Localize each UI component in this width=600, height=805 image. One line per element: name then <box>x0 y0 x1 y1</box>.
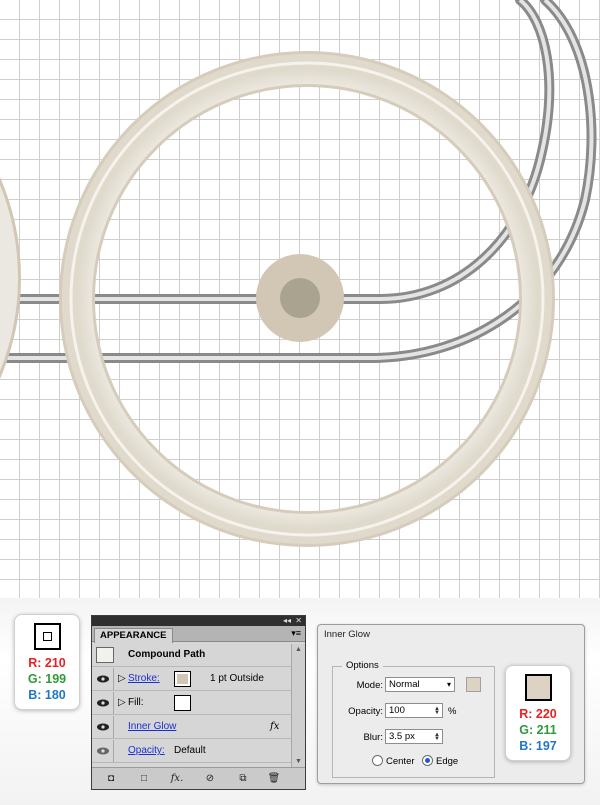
scroll-up-icon[interactable]: ▲ <box>295 646 302 653</box>
chevron-down-icon: ▾ <box>446 680 451 689</box>
stroke-value: 1 pt Outside <box>210 673 264 684</box>
panel-scrollbar[interactable]: ▲ ▼ <box>291 644 305 767</box>
glow-color-swatch[interactable] <box>466 677 481 692</box>
green-value: G: 211 <box>519 723 557 737</box>
panel-footer-toolbar: ◘ □ fx. ⊘ ⧉ 🗑 <box>92 767 305 789</box>
spinner-icon[interactable]: ▲ ▼ <box>434 732 440 742</box>
clear-appearance-icon[interactable]: ⊘ <box>203 772 217 786</box>
visibility-eye-icon[interactable] <box>92 716 114 738</box>
add-new-stroke-icon[interactable]: ◘ <box>104 772 118 786</box>
opacity-label: Opacity: <box>348 706 383 717</box>
duplicate-item-icon[interactable]: ⧉ <box>236 772 250 786</box>
panel-menu-icon[interactable]: ▾≡ <box>291 628 301 639</box>
stroke-row[interactable]: ▷ Stroke: 1 pt Outside <box>92 668 292 691</box>
opacity-unit: % <box>448 706 457 717</box>
spinner-icon[interactable]: ▲ ▼ <box>434 706 440 716</box>
green-value: G: 199 <box>27 672 67 686</box>
center-radio[interactable] <box>372 755 383 766</box>
opacity-value: Default <box>174 745 206 756</box>
delete-item-icon[interactable]: 🗑 <box>267 772 281 786</box>
blue-value: B: 180 <box>28 688 66 702</box>
compound-path-row[interactable]: Compound Path <box>92 644 292 667</box>
red-value: R: 220 <box>519 707 557 721</box>
wheel-hub-inner <box>280 278 320 318</box>
stroke-swatch-icon <box>33 623 61 650</box>
tab-appearance[interactable]: APPEARANCE <box>94 628 173 643</box>
appearance-panel: ◂◂ ✕ APPEARANCE ▾≡ Compound Path ▷ Strok… <box>91 615 306 790</box>
inner-glow-dialog: Inner Glow Options Mode: Normal ▾ Opacit… <box>317 624 585 784</box>
fill-swatch-icon <box>524 674 552 701</box>
steering-wheel-illustration <box>0 0 597 547</box>
object-name: Compound Path <box>128 649 206 660</box>
panel-tab-row: APPEARANCE ▾≡ <box>92 626 305 643</box>
center-label: Center <box>386 756 415 767</box>
collapse-icon[interactable]: ◂◂ <box>283 616 291 626</box>
options-label: Options <box>342 660 383 671</box>
inner-glow-row[interactable]: Inner Glow fx <box>92 716 292 739</box>
visibility-eye-icon[interactable] <box>92 692 114 714</box>
opacity-input[interactable]: 100 ▲ ▼ <box>385 703 443 718</box>
add-new-effect-icon[interactable]: fx. <box>170 772 184 786</box>
opacity-row[interactable]: Opacity: Default <box>92 740 292 763</box>
expand-triangle-icon[interactable]: ▷ <box>118 697 126 708</box>
dialog-title: Inner Glow <box>324 629 370 640</box>
blur-label: Blur: <box>363 732 383 743</box>
mode-value: Normal <box>389 679 420 690</box>
scroll-down-icon[interactable]: ▼ <box>295 758 302 765</box>
add-new-fill-icon[interactable]: □ <box>137 772 151 786</box>
panel-titlebar: ◂◂ ✕ <box>92 616 305 626</box>
visibility-eye-icon[interactable] <box>92 668 114 690</box>
opacity-label[interactable]: Opacity: <box>128 745 165 756</box>
fx-icon[interactable]: fx <box>270 721 279 732</box>
edge-label: Edge <box>436 756 459 767</box>
artboard-canvas <box>0 0 600 598</box>
blur-input[interactable]: 3.5 px ▲ ▼ <box>385 729 443 744</box>
fill-row[interactable]: ▷ Fill: <box>92 692 292 715</box>
fill-color-swatch[interactable] <box>174 695 191 711</box>
close-icon[interactable]: ✕ <box>295 616 302 626</box>
fill-label: Fill: <box>128 697 144 708</box>
stroke-color-swatch[interactable] <box>174 671 191 687</box>
edge-radio[interactable] <box>422 755 433 766</box>
opacity-value: 100 <box>389 705 405 716</box>
blur-value: 3.5 px <box>389 731 415 742</box>
blue-value: B: 197 <box>519 739 557 753</box>
mode-select[interactable]: Normal ▾ <box>385 677 455 692</box>
stroke-label[interactable]: Stroke: <box>128 673 160 684</box>
red-value: R: 210 <box>28 656 66 670</box>
object-thumbnail <box>96 647 114 663</box>
mode-label: Mode: <box>356 680 383 691</box>
color-swatch-card-right: R: 220 G: 211 B: 197 <box>505 665 571 761</box>
inner-glow-label[interactable]: Inner Glow <box>128 721 176 732</box>
visibility-eye-icon[interactable] <box>92 740 114 762</box>
expand-triangle-icon[interactable]: ▷ <box>118 673 126 684</box>
color-swatch-card-left: R: 210 G: 199 B: 180 <box>14 614 80 710</box>
